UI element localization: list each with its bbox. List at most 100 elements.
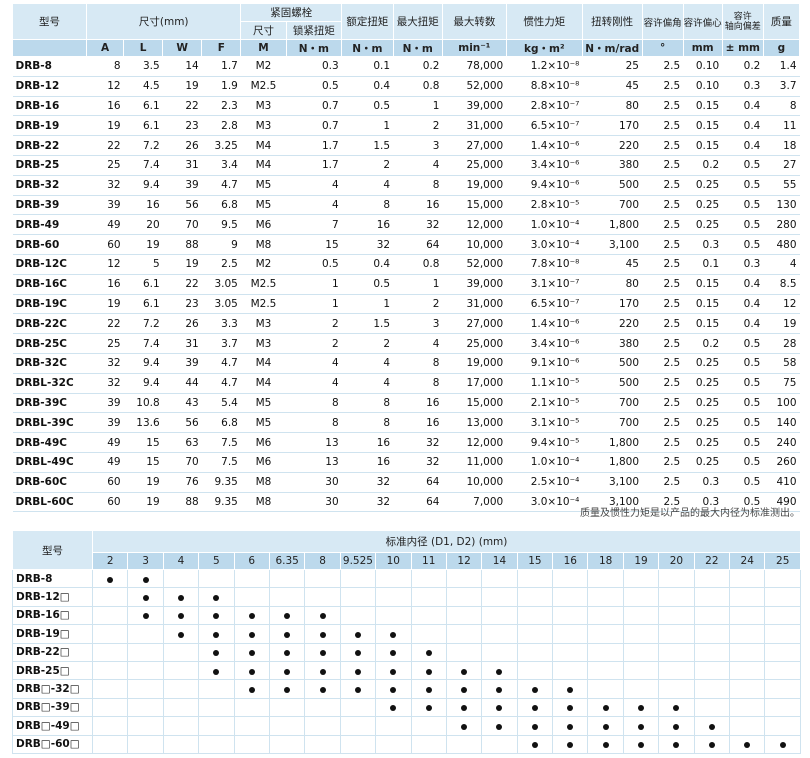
- value-cell: 8: [393, 175, 443, 196]
- bore-cell: [729, 734, 766, 754]
- value-cell: M3: [240, 96, 287, 117]
- available-dot-icon: [213, 650, 220, 657]
- bore-cell: [339, 716, 377, 736]
- value-cell: 0.25: [683, 393, 723, 414]
- available-dot-icon: [354, 687, 361, 694]
- model-cell: DRBL-49C: [12, 452, 87, 473]
- value-cell: 2.5: [642, 56, 684, 77]
- value-cell: 0.5: [722, 412, 764, 434]
- bore-cell: [339, 734, 377, 754]
- bore-cell: [764, 624, 802, 644]
- value-cell: 0.3: [722, 254, 764, 275]
- model-cell: DRB-25: [12, 155, 87, 176]
- value-cell: 19: [86, 115, 124, 137]
- value-cell: 8: [286, 412, 342, 434]
- model-cell: DRB-16: [12, 96, 87, 117]
- value-cell: 9.5: [201, 214, 241, 236]
- max-speed-header: 最大转数: [441, 3, 507, 40]
- available-dot-icon: [708, 723, 715, 730]
- value-cell: 19: [123, 234, 163, 255]
- bore-cell: [91, 679, 129, 699]
- model-cell: DRB-16C: [12, 274, 87, 295]
- value-cell: 15: [286, 234, 342, 255]
- bore-cell: [729, 697, 766, 718]
- value-cell: M8: [240, 234, 287, 255]
- available-dot-icon: [142, 595, 149, 602]
- table-row: DRBL-49C 49 15 70 7.5 M6 13 16 32 11,000 1.0×10⁻⁴ 1…: [12, 452, 800, 473]
- unit-cell: N・m: [285, 39, 343, 57]
- value-cell: 25: [582, 56, 642, 77]
- bore-cell: [445, 587, 483, 607]
- table-row: DRB-32 32 9.4 39 4.7 M5 4 4 8 19,000 9.4×10⁻⁶ 500 2.…: [12, 175, 800, 196]
- available-dot-icon: [638, 723, 645, 730]
- axial-header-line1: 容许: [733, 11, 752, 22]
- value-cell: 28: [763, 333, 800, 354]
- value-cell: 8: [763, 96, 800, 117]
- value-cell: 1.7: [286, 155, 342, 176]
- value-cell: M3: [240, 115, 287, 137]
- value-cell: 2: [341, 155, 394, 176]
- model-cell: DRB-8: [12, 56, 87, 77]
- value-cell: 8: [341, 412, 394, 434]
- bore-cell: [658, 660, 695, 681]
- model-cell: DRB-32: [12, 175, 87, 196]
- value-cell: 15,000: [442, 393, 507, 414]
- unit-cell: kg・m²: [505, 39, 583, 57]
- bore-cell: [127, 660, 164, 681]
- available-dot-icon: [177, 613, 184, 620]
- value-cell: 2.3: [201, 96, 241, 117]
- value-cell: 260: [763, 452, 800, 473]
- value-cell: 0.25: [683, 412, 723, 434]
- value-cell: 9.4: [123, 373, 163, 394]
- bore-cell: [162, 642, 200, 662]
- value-cell: 70: [162, 452, 202, 473]
- available-dot-icon: [673, 742, 680, 749]
- value-cell: 0.4: [722, 96, 764, 117]
- stiffness-header: 扭转刚性: [581, 3, 643, 40]
- value-cell: 12: [86, 76, 124, 97]
- diameter-header: 25: [764, 551, 802, 571]
- value-cell: 80: [582, 274, 642, 295]
- bore-cell: [233, 660, 270, 681]
- bore-cell: [91, 642, 129, 662]
- value-cell: 25: [86, 333, 124, 354]
- available-dot-icon: [567, 723, 574, 730]
- inertia-header: 惯性力矩: [505, 3, 583, 40]
- available-dot-icon: [461, 705, 468, 712]
- value-cell: 2.5: [642, 432, 684, 453]
- bore-cell: [622, 587, 660, 607]
- value-cell: 76: [162, 472, 202, 493]
- value-cell: 7.4: [123, 333, 163, 354]
- bore-cell: [693, 734, 731, 754]
- value-cell: 0.2: [683, 155, 723, 176]
- table-row: DRB-39C 39 10.8 43 5.4 M5 8 8 16 15,000 2.1×10⁻⁵ 70…: [12, 393, 800, 414]
- value-cell: 12,000: [442, 432, 507, 453]
- bore-cell: [552, 624, 589, 644]
- bore-cell: [162, 605, 200, 626]
- available-dot-icon: [496, 723, 503, 730]
- bore-cell: [198, 568, 235, 589]
- value-cell: 13: [286, 432, 342, 453]
- available-dot-icon: [248, 631, 255, 638]
- bore-cell: [481, 642, 518, 662]
- table-row: DRB-12□: [12, 587, 802, 607]
- model-cell: DRB□-49□: [12, 716, 93, 736]
- table-row: DRB-19□: [12, 624, 802, 644]
- value-cell: 4: [286, 353, 342, 374]
- bore-cell: [445, 660, 483, 681]
- available-dot-icon: [177, 595, 184, 602]
- value-cell: 9.35: [201, 492, 241, 513]
- value-cell: 0.10: [683, 76, 723, 97]
- value-cell: 32: [341, 234, 394, 255]
- value-cell: 0.5: [722, 214, 764, 236]
- value-cell: 0.5: [286, 254, 342, 275]
- value-cell: 0.15: [683, 294, 723, 315]
- bore-cell: [304, 716, 341, 736]
- value-cell: 4: [393, 155, 443, 176]
- diameter-header: 4: [162, 551, 200, 571]
- bore-cell: [410, 734, 447, 754]
- table-row: DRBL-39C 39 13.6 56 6.8 M5 8 8 16 13,000 3.1×10⁻⁵ 7…: [12, 412, 800, 434]
- model-cell: DRB-39: [12, 195, 87, 216]
- value-cell: 19: [763, 313, 800, 335]
- value-cell: 0.2: [393, 56, 443, 77]
